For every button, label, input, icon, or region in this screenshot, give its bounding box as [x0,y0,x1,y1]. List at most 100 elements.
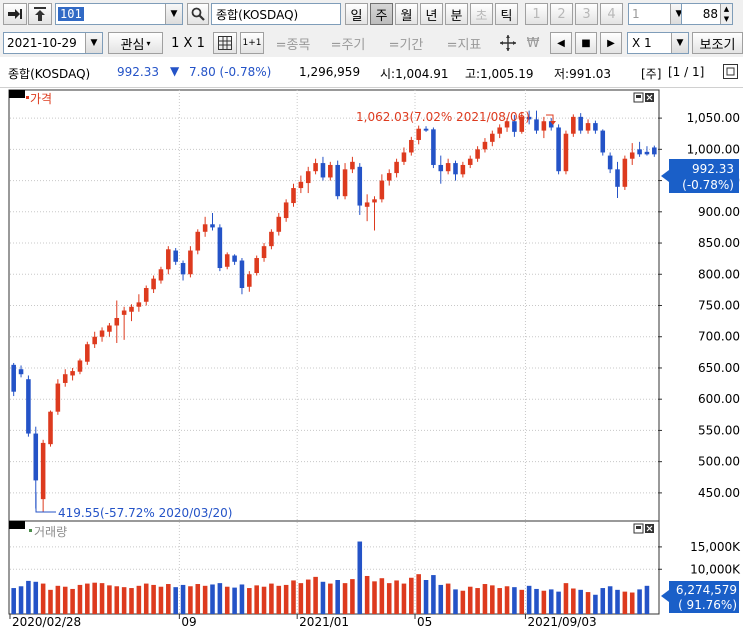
volume-bar [40,583,46,614]
last-price-badge: 992.33 (-0.78%) [661,159,739,193]
y-tick-label: 600.00 [698,392,740,406]
period-tab[interactable]: 월 [395,3,418,25]
candle-body [202,224,208,232]
volume-bar [541,590,547,614]
series-marker-icon [26,96,29,99]
zoom-combo[interactable]: X 1 ▼ [627,32,689,54]
x-axis: 2020/02/28 09 2021/01 05 2021/09/03 [9,614,597,629]
period-tab[interactable]: 분 [445,3,468,25]
volume-bar [394,580,399,614]
volume-bar [607,586,613,614]
stock-chart[interactable]: 가격 거래량 1,050.001,000.00950.00900.00850.0… [0,88,743,638]
crosshair-button[interactable] [496,32,520,54]
period-tab[interactable]: 주 [370,3,393,25]
candle-body [283,202,289,219]
volume-bar [261,586,267,614]
interval-button[interactable]: 1 [525,3,548,25]
candle-body [18,369,24,375]
layout-button[interactable]: 1 X 1 [168,32,208,54]
info-change: 7.80 (-0.78%) [189,65,272,79]
volume-bar [467,586,473,614]
series-marker-icon [29,529,32,532]
stop-button[interactable]: ■ [575,32,597,54]
next-button[interactable]: ▶ [600,32,622,54]
date-picker[interactable]: 2021-10-29 ▼ [3,32,103,54]
candle-body [600,130,606,153]
candle-body [416,128,421,140]
volume-bar [269,583,274,614]
cycle-button[interactable]: =주기 [322,32,374,54]
layout-small-button[interactable]: 1+1 [240,32,264,54]
candle-body [173,250,178,262]
search-button[interactable] [187,3,209,25]
item-button[interactable]: =종목 [267,32,319,54]
layout-label: 1 X 1 [171,35,205,51]
candle-body [578,116,583,131]
volume-bar [342,583,348,614]
period-tab[interactable]: 틱 [495,3,518,25]
caret-icon: ▾ [146,38,151,48]
chevron-right-icon: ▶ [607,37,615,49]
last-volume-badge: 6,274,579 ( 91.76%) [661,581,739,613]
spin-down-icon[interactable]: ▼ [721,14,732,24]
code-dropdown-arrow[interactable]: ▼ [165,4,182,24]
count-spinner[interactable]: 88 ▲ ▼ [681,3,733,25]
period-tab[interactable]: 년 [420,3,443,25]
panel-handle-icon[interactable] [9,521,25,529]
sub-chart-button[interactable]: 보조기 [692,32,743,54]
code-value: 101 [58,7,84,21]
interval-button[interactable]: 4 [600,3,623,25]
interval-button[interactable]: 2 [550,3,573,25]
y-tick-label: 15,000K [690,540,741,554]
grid-view-button[interactable] [213,32,237,54]
panel-handle-icon[interactable] [9,90,25,98]
volume-bar [416,574,421,614]
candle-body [460,164,466,175]
candle-body [70,371,75,376]
date-dropdown-arrow[interactable]: ▼ [85,33,102,53]
volume-bar [423,580,429,614]
volume-bar [629,592,635,614]
spin-up-icon[interactable]: ▲ [721,4,732,14]
volume-bar [320,581,326,614]
currency-button[interactable]: ₩ [522,32,544,54]
watchlist-button[interactable]: 관심 ▾ [108,32,163,54]
period-tab[interactable]: 초 [470,3,493,25]
candle-body [217,227,223,269]
y-tick-label: 750.00 [698,299,740,313]
volume-bar [276,585,282,614]
volume-bar [173,587,178,614]
period-button[interactable]: =기간 [377,32,435,54]
info-period: [주] [641,67,662,81]
pin-top-button[interactable] [28,3,52,25]
sub-chart-label: 보조기 [699,37,736,53]
code-input[interactable]: 101 ▼ [55,3,183,25]
volume-bar [195,584,201,614]
window-toggle-button[interactable] [723,64,738,79]
candle-body [121,310,127,315]
info-name: 종합(KOSDAQ) [8,67,91,81]
interval-combo[interactable]: 1 ▼ [628,3,688,25]
candle-body [342,169,348,197]
prev-button[interactable]: ◀ [550,32,572,54]
zoom-dropdown-arrow[interactable]: ▼ [671,33,688,53]
y-tick-label: 700.00 [698,330,740,344]
volume-bar [26,580,31,614]
layout-small-label: 1+1 [242,38,262,48]
period-tab[interactable]: 일 [345,3,368,25]
volume-bar [180,584,186,614]
low-note: 419.55(-57.72% 2020/03/20) [58,506,232,520]
search-icon [191,7,205,21]
index-name-field: 종합(KOSDAQ) [211,3,341,25]
grid-icon [218,36,232,50]
item-label: =종목 [275,37,311,53]
period-label: =기간 [388,37,424,53]
indicator-button[interactable]: =지표 [438,32,490,54]
candle-body [607,155,613,170]
y-tick-label: 450.00 [698,486,740,500]
interval-button[interactable]: 3 [575,3,598,25]
volume-bar [438,584,444,614]
y-tick-label: 800.00 [698,267,740,281]
code-link-button[interactable] [3,3,27,25]
volume-bar [644,585,650,614]
